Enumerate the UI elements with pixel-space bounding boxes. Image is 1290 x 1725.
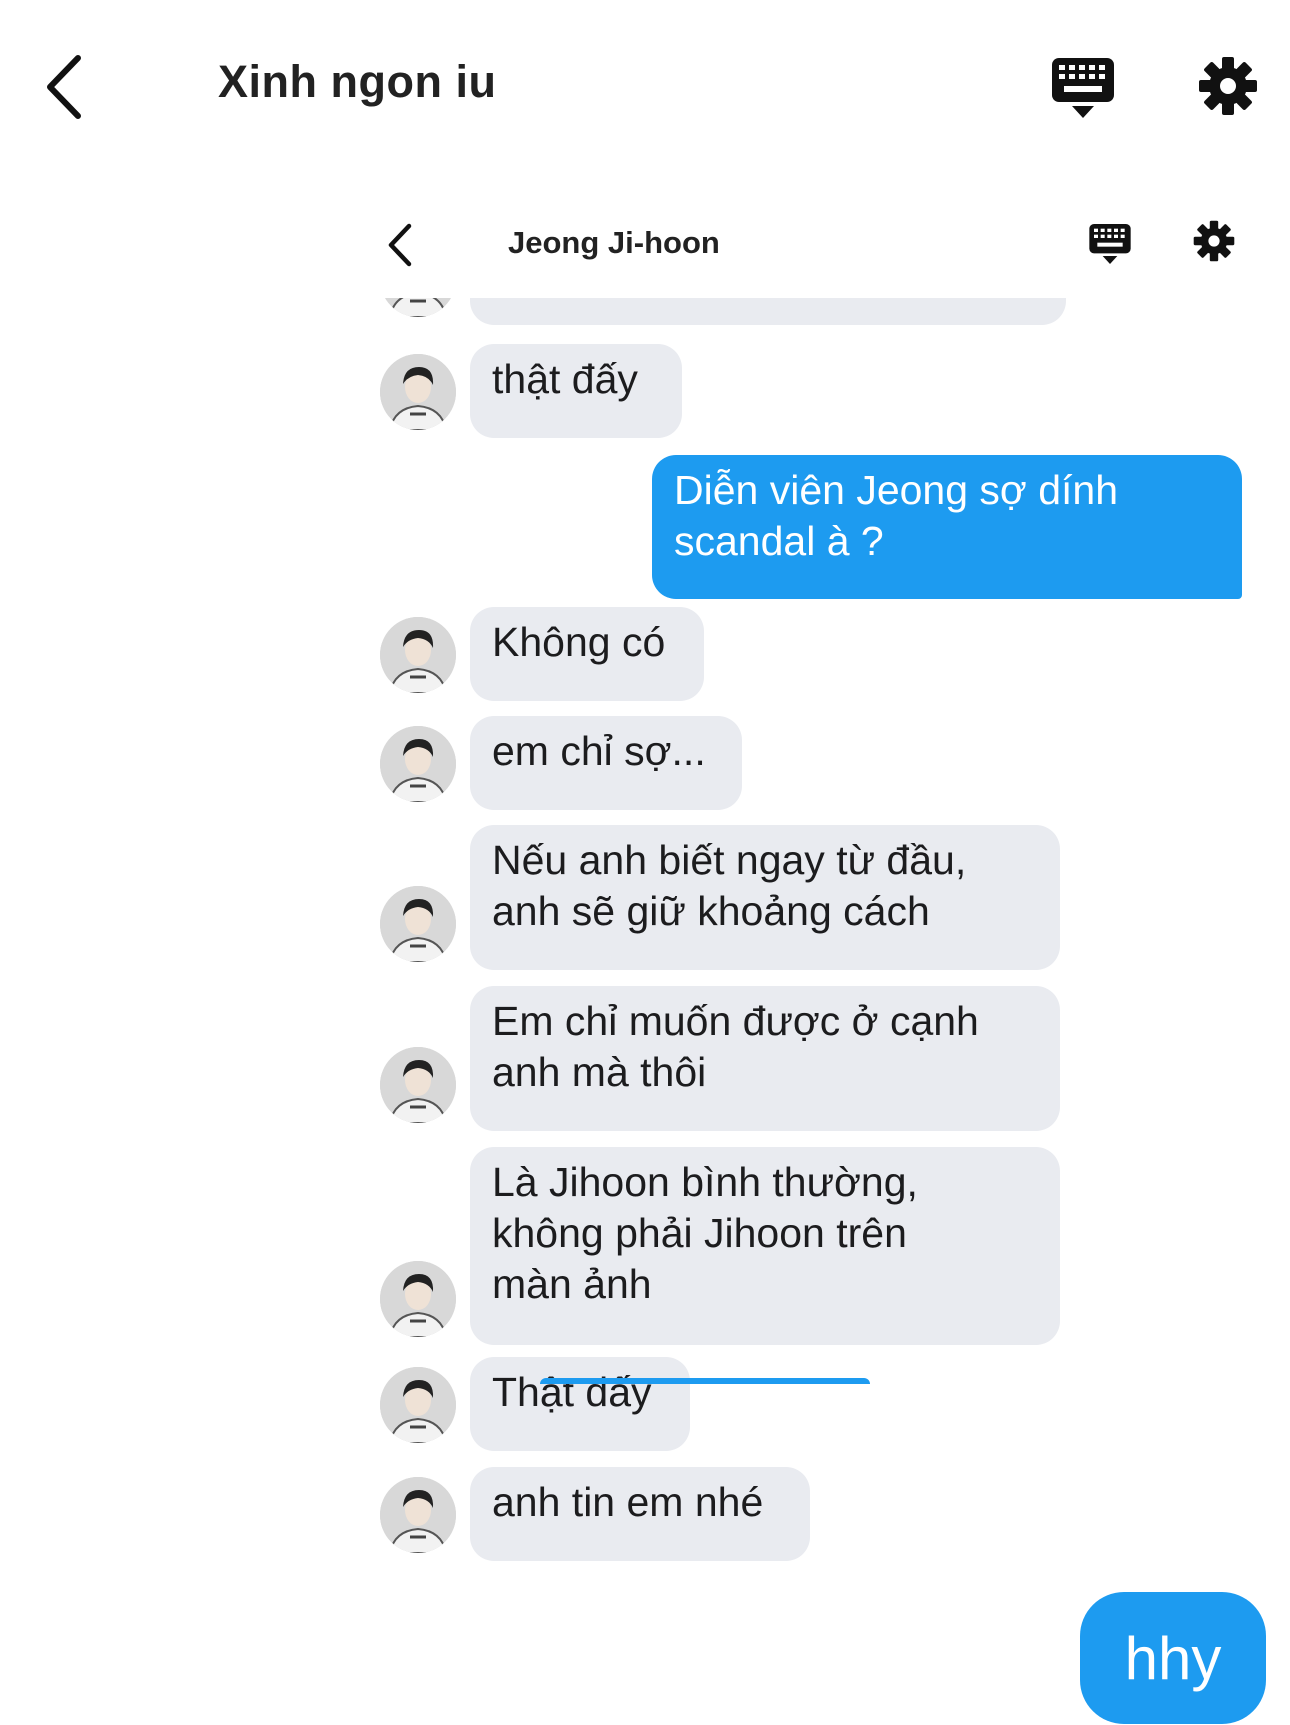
received-message-bubble [470,298,1066,325]
message-text: Diễn viên Jeong sợ dính scandal à ? [674,467,1118,564]
inner-contact-name: Jeong Ji-hoon [508,225,720,260]
contact-avatar [380,354,456,430]
message-list: thật đấy Diễn viên Jeong sợ dính scandal … [360,298,1260,1578]
keyboard-icon[interactable] [1050,56,1116,120]
received-message-bubble: Là Jihoon bình thường, không phải Jihoon… [470,1147,1060,1345]
message-text: Không có [492,619,666,665]
received-message-bubble: Nếu anh biết ngay từ đầu, anh sẽ giữ kho… [470,825,1060,970]
message-text: thật đấy [492,356,638,402]
message-text: Là Jihoon bình thường, không phải Jihoon… [492,1159,918,1307]
contact-avatar [380,298,456,317]
contact-avatar [380,1477,456,1553]
received-message-bubble: Không có [470,607,704,701]
inner-keyboard-icon [1088,222,1132,266]
contact-avatar [380,886,456,962]
message-text: Thật đấy [492,1369,652,1415]
sent-message-text: hhy [1124,1624,1222,1692]
sent-message-bubble: Diễn viên Jeong sợ dính scandal à ? [652,455,1242,599]
partial-sent-bubble [540,1378,870,1384]
inner-back-chevron-icon [385,222,415,268]
message-text: Em chỉ muốn được ở cạnh anh mà thôi [492,998,979,1095]
message-text: Nếu anh biết ngay từ đầu, anh sẽ giữ kho… [492,837,967,934]
contact-avatar [380,726,456,802]
conversation-title: Xinh ngon iu [218,56,497,107]
sent-message-bubble: hhy [1080,1592,1266,1724]
contact-avatar [380,1367,456,1443]
message-text: em chỉ sợ... [492,728,706,774]
contact-avatar [380,1261,456,1337]
received-message-bubble: Em chỉ muốn được ở cạnh anh mà thôi [470,986,1060,1131]
received-message-bubble: em chỉ sợ... [470,716,742,810]
inner-settings-gear-icon [1193,220,1235,262]
back-chevron-icon[interactable] [40,52,90,122]
received-message-bubble: anh tin em nhé [470,1467,810,1561]
received-message-bubble: thật đấy [470,344,682,438]
contact-avatar [380,617,456,693]
contact-avatar [380,1047,456,1123]
settings-gear-icon[interactable] [1198,56,1258,116]
message-text: anh tin em nhé [492,1479,764,1525]
received-message-bubble: Thật đấy [470,1357,690,1451]
